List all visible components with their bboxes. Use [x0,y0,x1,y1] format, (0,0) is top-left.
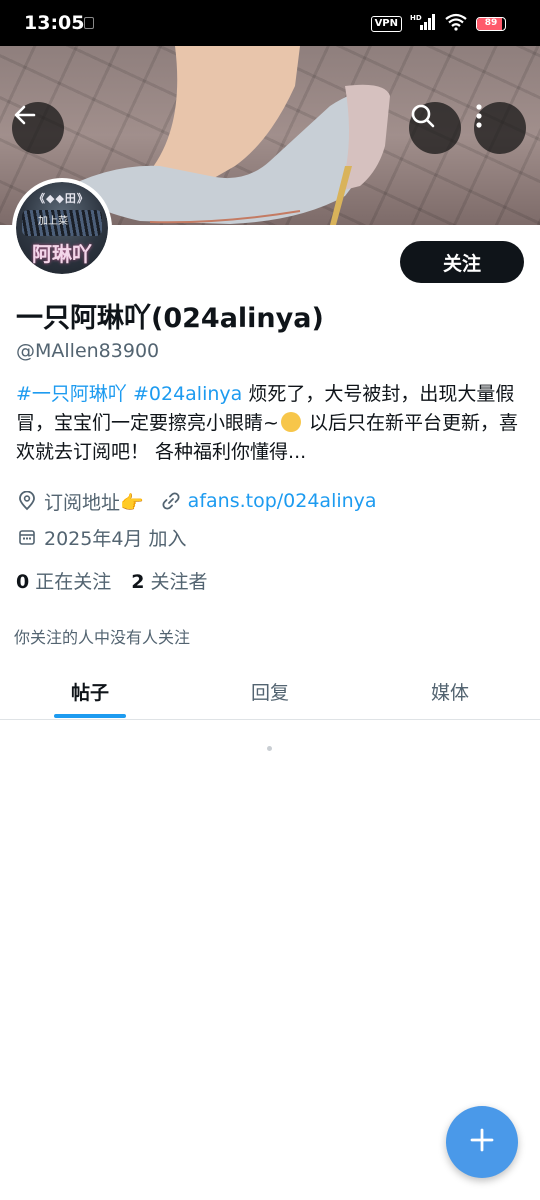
location-pin-icon [16,490,38,512]
avatar-text-mid: 加上菜 [38,216,68,227]
loading-indicator [267,746,272,751]
followers-count: 2 [131,571,145,593]
plus-icon [469,1127,495,1157]
search-button[interactable] [409,102,461,154]
follow-button[interactable]: 关注 [400,241,524,283]
following-stat[interactable]: 0 正在关注 [16,567,111,594]
following-label: 正在关注 [35,571,112,593]
display-name: 一只阿琳吖(024alinya) [16,303,324,334]
back-button[interactable] [12,102,64,154]
avatar-image: 《◆◆田》 加上菜 阿琳吖 [16,182,108,274]
vpn-badge: VPN [370,16,402,32]
status-bar: 13:05 VPN HD 89 [0,0,540,46]
wink-emoji-icon [280,412,301,432]
website-link[interactable]: afans.top/024alinya [188,490,377,512]
notification-icon [84,17,94,29]
tab-replies[interactable]: 回复 [180,664,360,719]
followers-stat[interactable]: 2 关注者 [131,567,207,594]
location-text: 订阅地址👉 [44,491,144,514]
status-icons: VPN HD 89 [370,13,506,35]
link-icon [160,490,182,512]
tab-media[interactable]: 媒体 [360,664,540,719]
profile-meta-row: 订阅地址👉 afans.top/024alinya [16,488,377,514]
status-time: 13:05 [24,12,85,34]
calendar-icon [16,526,38,548]
tab-posts[interactable]: 帖子 [0,664,180,719]
follow-stats: 0 正在关注 2 关注者 [16,567,208,594]
more-button[interactable] [474,102,526,154]
battery-icon: 89 [476,17,506,31]
compose-button[interactable] [446,1106,518,1178]
signal-icon: HD [410,13,436,35]
joined-date: 2025年4月 加入 [44,527,187,550]
hashtag-link[interactable]: #024alinya [133,383,242,405]
profile-bio: #一只阿琳吖 #024alinya 烦死了，大号被封，出现大量假冒，宝宝们一定要… [16,380,526,467]
wifi-icon [444,13,468,35]
avatar[interactable]: 《◆◆田》 加上菜 阿琳吖 [12,178,112,278]
profile-tabs: 帖子 回复 媒体 [0,664,540,720]
user-handle: @MAllen83900 [16,340,160,362]
followers-label: 关注者 [150,571,208,593]
following-count: 0 [16,571,30,593]
avatar-text-top: 《◆◆田》 [34,192,89,205]
profile-meta-row: 2025年4月 加入 [16,524,186,550]
avatar-name: 阿琳吖 [32,242,92,266]
active-tab-indicator [54,714,126,718]
followers-you-know-note: 你关注的人中没有人关注 [14,628,191,647]
network-label: HD [410,14,422,22]
battery-level: 89 [484,18,498,28]
hashtag-link[interactable]: #一只阿琳吖 [16,383,127,405]
